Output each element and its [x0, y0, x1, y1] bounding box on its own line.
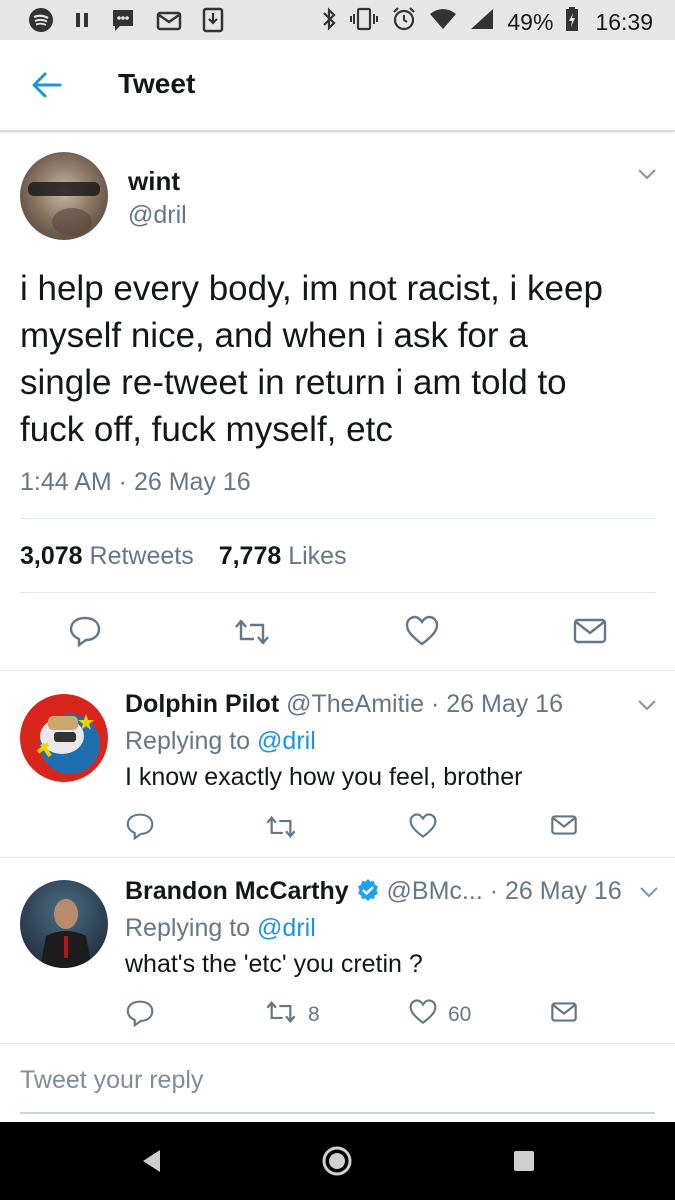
reply-author-name[interactable]: Dolphin Pilot: [125, 690, 279, 718]
home-icon[interactable]: [321, 1145, 353, 1182]
replying-to-label: Replying to: [125, 914, 251, 942]
mail-icon: [156, 8, 182, 37]
download-icon: [202, 7, 224, 38]
tweet-stats: 3,078 Retweets 7,778 Likes: [20, 542, 347, 571]
reply-author-handle[interactable]: @BMc...: [387, 877, 483, 905]
section-divider: [0, 1043, 675, 1044]
chevron-down-icon[interactable]: [636, 166, 658, 187]
avatar[interactable]: [20, 694, 108, 782]
like-icon[interactable]: [408, 812, 438, 845]
reply-author-handle[interactable]: @TheAmitie: [286, 690, 424, 718]
share-mail-icon[interactable]: [550, 813, 578, 842]
battery-percent: 49%: [507, 8, 554, 35]
reply-icon[interactable]: [68, 614, 102, 653]
retweet-icon: [264, 1000, 298, 1030]
section-divider: [0, 670, 675, 671]
divider: [20, 592, 655, 593]
section-divider: [0, 857, 675, 858]
verified-badge-icon: [356, 878, 380, 909]
divider: [20, 518, 655, 519]
retweet-count: 3,078: [20, 542, 83, 570]
tweet-text-line: fuck off, fuck myself, etc: [20, 410, 393, 449]
recents-icon[interactable]: [513, 1150, 535, 1177]
chevron-down-icon[interactable]: [636, 697, 658, 718]
chevron-down-icon[interactable]: [638, 884, 660, 905]
spotify-icon: [28, 7, 54, 38]
signal-icon: [469, 7, 495, 37]
replying-to-handle[interactable]: @dril: [257, 914, 316, 942]
reply-date: · 26 May 16: [430, 690, 563, 718]
retweet-icon[interactable]: [232, 618, 272, 651]
retweet-count: 8: [308, 1003, 320, 1026]
battery-icon: [565, 6, 579, 38]
chat-icon: [110, 7, 136, 38]
vibrate-icon: [349, 6, 379, 38]
share-mail-icon[interactable]: [572, 616, 608, 651]
back-arrow-icon[interactable]: [30, 68, 64, 107]
reply-icon[interactable]: [125, 999, 155, 1032]
reply-header: Dolphin Pilot @TheAmitie · 26 May 16: [125, 690, 563, 719]
retweet-icon[interactable]: [264, 815, 298, 844]
share-mail-icon[interactable]: [550, 1000, 578, 1029]
retweet-stat[interactable]: 3,078 Retweets: [20, 542, 194, 570]
android-nav-bar: [0, 1122, 675, 1200]
like-icon: [408, 998, 438, 1032]
like-stat[interactable]: 7,778 Likes: [219, 542, 347, 570]
replying-to-label: Replying to: [125, 727, 251, 755]
reply-text: what's the 'etc' you cretin ?: [125, 950, 423, 978]
pause-icon: [74, 10, 90, 35]
like-count: 7,778: [218, 542, 282, 570]
tweet-text-line: myself nice, and when i ask for a: [20, 316, 528, 355]
like-count: 60: [448, 1003, 472, 1026]
reply-text: I know exactly how you feel, brother: [125, 763, 523, 791]
reply-header: Brandon McCarthy @BMc... · 26 May 16: [125, 877, 622, 909]
tweet-text-line: single re-tweet in return i am told to: [20, 363, 567, 402]
retweet-action[interactable]: 8: [264, 1000, 320, 1030]
replying-to: Replying to @dril: [125, 727, 316, 756]
like-icon[interactable]: [404, 614, 440, 653]
reply-date: · 26 May 16: [489, 877, 622, 905]
clock: 16:39: [595, 8, 653, 35]
bluetooth-icon: [321, 6, 337, 38]
back-icon[interactable]: [140, 1148, 164, 1179]
status-bar: 49% 16:39: [0, 0, 675, 40]
avatar[interactable]: [20, 152, 108, 240]
page-title: Tweet: [118, 68, 196, 99]
alarm-icon: [391, 6, 417, 38]
reply-input[interactable]: Tweet your reply: [20, 1066, 655, 1114]
reply-input-placeholder: Tweet your reply: [20, 1066, 204, 1094]
wifi-icon: [429, 7, 457, 37]
replying-to-handle[interactable]: @dril: [257, 727, 316, 755]
tweet-text: i help every body, im not racist, i keep…: [20, 265, 660, 453]
reply-author-name[interactable]: Brandon McCarthy: [125, 877, 349, 905]
author-handle[interactable]: @dril: [128, 201, 187, 230]
like-label: Likes: [288, 542, 347, 570]
like-action[interactable]: 60: [408, 998, 471, 1032]
author-name[interactable]: wint: [128, 166, 180, 197]
reply-icon[interactable]: [125, 812, 155, 845]
avatar[interactable]: [20, 880, 108, 968]
app-bar: Tweet: [0, 40, 675, 132]
tweet-timestamp: 1:44 AM · 26 May 16: [20, 468, 251, 496]
tweet-text-line: i help every body, im not racist, i keep: [20, 269, 603, 308]
retweet-label: Retweets: [89, 542, 194, 570]
replying-to: Replying to @dril: [125, 914, 316, 943]
